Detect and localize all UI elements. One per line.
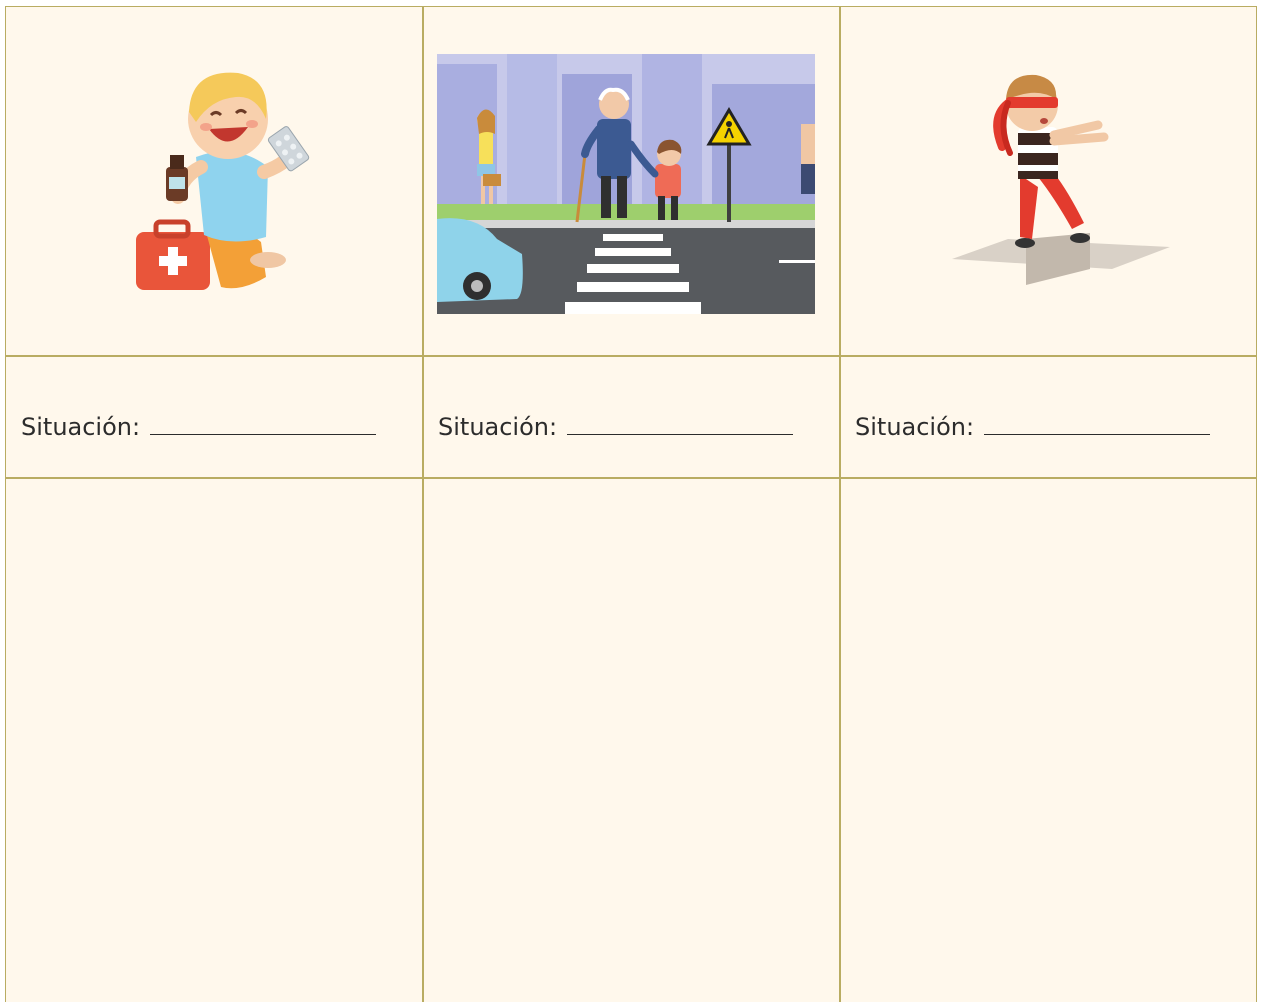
illustration-cell-1 <box>6 7 422 355</box>
row-divider <box>6 355 1256 357</box>
situation-answer-blank[interactable] <box>567 434 794 435</box>
street-crossing-scene-icon <box>437 54 815 314</box>
drawing-area-2[interactable] <box>423 479 839 1003</box>
situation-field-3: Situación: <box>855 405 1245 441</box>
illustration-cell-3 <box>840 7 1256 355</box>
situation-label: Situación: <box>21 413 141 441</box>
situation-field-1: Situación: <box>21 405 411 441</box>
situation-label: Situación: <box>855 413 975 441</box>
illustration-cell-2 <box>423 7 839 355</box>
child-with-medicine-icon <box>136 72 310 290</box>
situation-answer-blank[interactable] <box>150 434 377 435</box>
drawing-area-1[interactable] <box>6 479 422 1003</box>
situation-answer-blank[interactable] <box>984 434 1211 435</box>
drawing-area-3[interactable] <box>840 479 1256 1003</box>
situation-field-2: Situación: <box>438 405 828 441</box>
blindfolded-child-icon <box>952 74 1170 285</box>
activity-grid: Situación: Situación: Situación: <box>5 6 1257 1002</box>
situation-label: Situación: <box>438 413 558 441</box>
